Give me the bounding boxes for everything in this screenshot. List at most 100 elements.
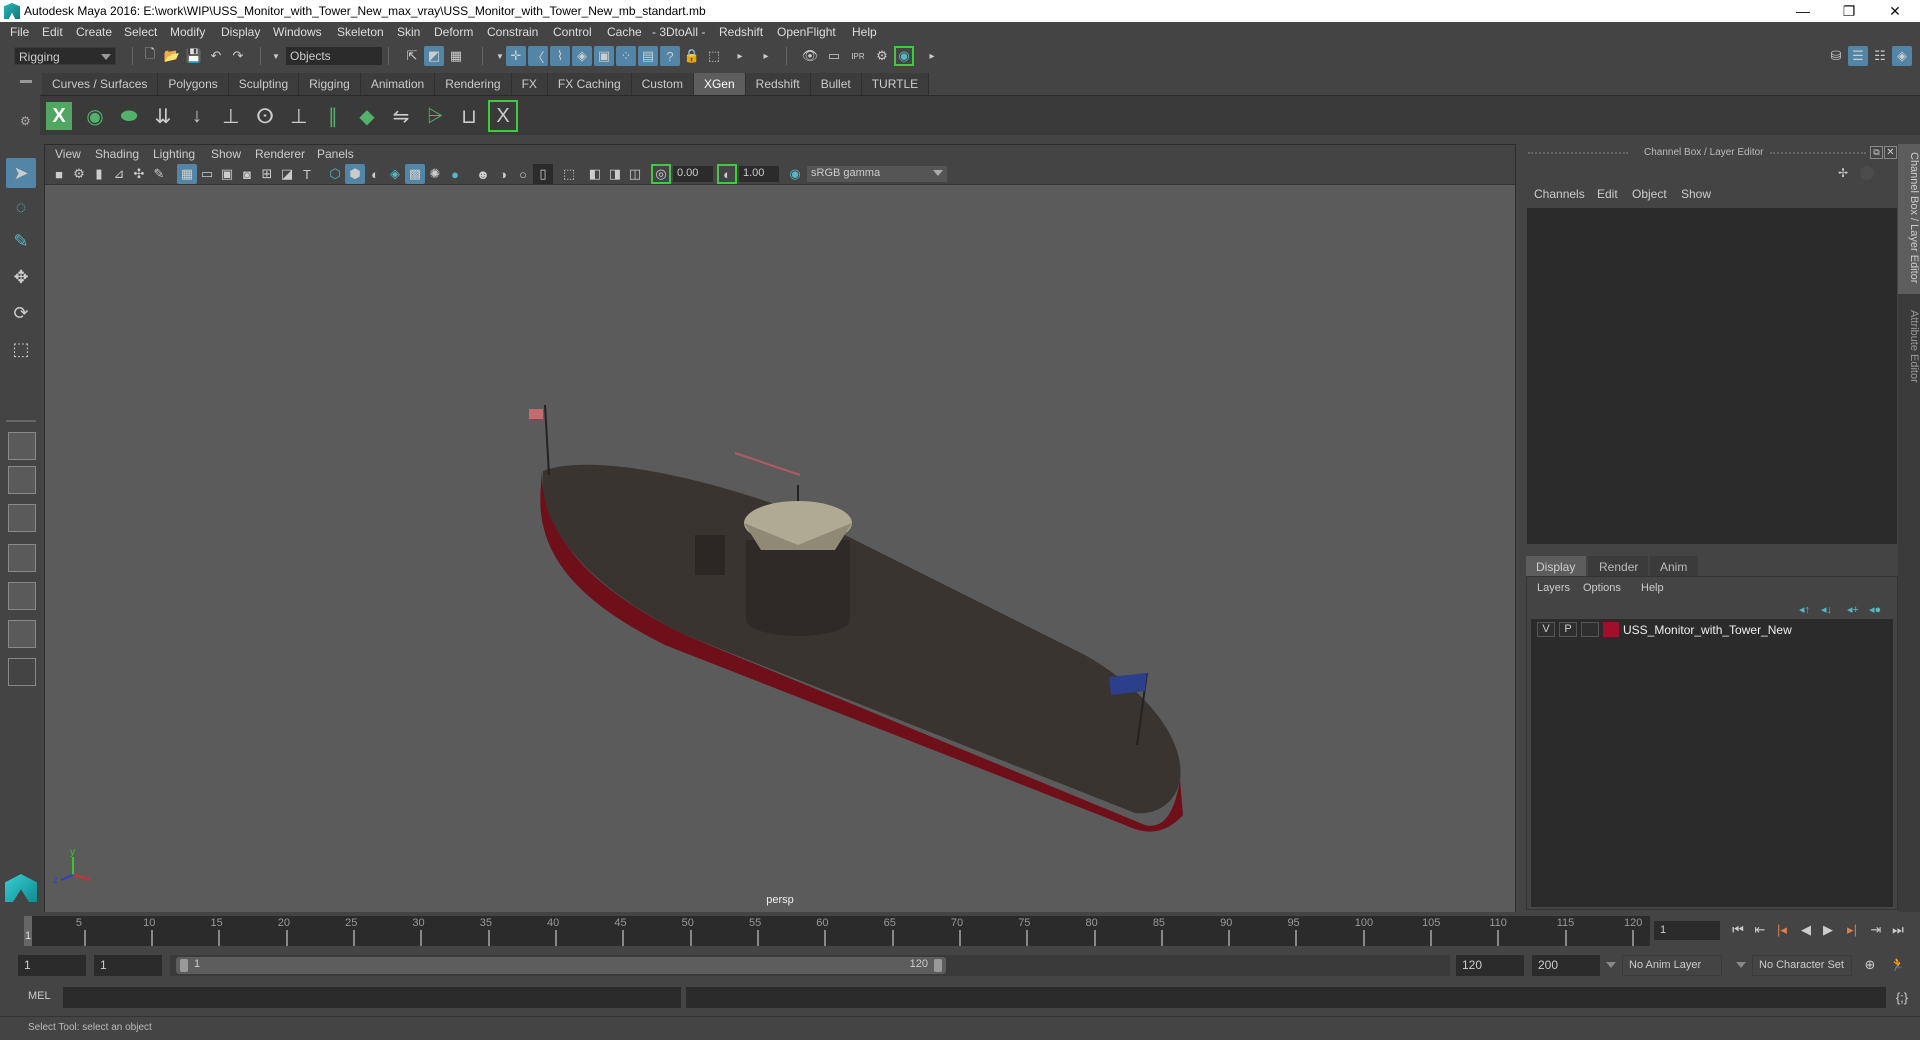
play-forwards-icon[interactable]: ▶ <box>1818 920 1838 940</box>
shelf-tab-animation[interactable]: Animation <box>360 73 436 95</box>
animation-preferences-icon[interactable]: 🏃 <box>1888 955 1908 975</box>
gamma-icon[interactable]: ◐ <box>717 164 737 184</box>
layer-visibility-toggle[interactable]: V <box>1537 622 1555 637</box>
layout-outliner-persp-icon[interactable] <box>8 504 36 532</box>
select-region-icon[interactable]: ⬚ <box>704 46 724 66</box>
default-material-icon[interactable]: ◐ <box>365 164 385 184</box>
grid-icon[interactable]: ▦ <box>177 164 197 184</box>
channel-menu-channels[interactable]: Channels <box>1534 187 1585 201</box>
menu-skin[interactable]: Skin <box>397 25 420 39</box>
xgen-library-icon[interactable]: X <box>488 100 518 132</box>
time-slider-track[interactable]: 1 5 10 15 20 25 30 35 40 45 50 55 60 65 70 75 80 85 90 95 1… <box>24 916 1650 946</box>
speed-icon[interactable] <box>1860 166 1874 180</box>
menu-help[interactable]: Help <box>852 25 877 39</box>
menu-3dtoall[interactable]: - 3DtoAll - <box>652 25 705 39</box>
layer-color-swatch[interactable] <box>1603 622 1619 637</box>
ipr-render-icon[interactable]: IPR <box>848 46 868 66</box>
menu-openflight[interactable]: OpenFlight <box>777 25 836 39</box>
channel-menu-edit[interactable]: Edit <box>1597 187 1618 201</box>
menu-display[interactable]: Display <box>221 25 260 39</box>
xgen-clear-icon[interactable]: ⬬ <box>114 100 144 132</box>
help-icon[interactable]: ? <box>660 46 680 66</box>
menu-windows[interactable]: Windows <box>273 25 322 39</box>
viewport-menu-lighting[interactable]: Lighting <box>153 147 195 161</box>
character-set-field[interactable]: No Character Set <box>1752 955 1852 976</box>
side-tab-attribute-editor[interactable]: Attribute Editor <box>1898 302 1920 402</box>
minimize-button[interactable]: — <box>1780 0 1826 22</box>
layout-custom-icon[interactable] <box>8 658 36 686</box>
exposure-field[interactable]: 0.00 <box>673 166 713 182</box>
snap-point-icon[interactable]: ⌇ <box>550 46 570 66</box>
anim-layer-dropdown-icon[interactable] <box>1606 962 1616 968</box>
xgen-flip-guide-icon[interactable]: ⇋ <box>386 100 416 132</box>
shelf-tab-redshift[interactable]: Redshift <box>745 73 811 95</box>
menu-skeleton[interactable]: Skeleton <box>337 25 384 39</box>
grease-pencil-icon[interactable]: ✎ <box>149 164 169 184</box>
isolate-select-icon[interactable]: ⬚ <box>559 164 579 184</box>
drag-handle[interactable] <box>1528 152 1628 156</box>
paint-select-tool-icon[interactable]: ✎ <box>6 226 36 256</box>
xgen-add-guide-icon[interactable]: ⊥ <box>216 100 246 132</box>
attribute-editor-toggle-icon[interactable]: ☰ <box>1848 46 1868 66</box>
select-object-icon[interactable]: ◩ <box>424 46 444 66</box>
step-back-key-icon[interactable]: |◂ <box>1772 920 1792 940</box>
render-current-frame-icon[interactable]: 👁 <box>800 46 820 66</box>
range-end-handle[interactable] <box>934 959 942 972</box>
menu-modify[interactable]: Modify <box>170 25 205 39</box>
viewport-menu-renderer[interactable]: Renderer <box>255 147 305 161</box>
xray-icon[interactable]: ◧ <box>585 164 605 184</box>
render-settings-icon[interactable]: ⚙ <box>872 46 892 66</box>
new-layer-selected-icon[interactable]: ◂● <box>1869 603 1881 616</box>
redo-icon[interactable]: ↷ <box>228 46 248 66</box>
drag-handle[interactable] <box>1770 152 1866 156</box>
shelf-tab-fx[interactable]: FX <box>511 73 548 95</box>
maximize-button[interactable]: ❐ <box>1826 0 1872 22</box>
shelf-tab-xgen[interactable]: XGen <box>693 73 746 95</box>
command-input[interactable] <box>63 987 681 1008</box>
menu-control[interactable]: Control <box>553 25 592 39</box>
play-backwards-icon[interactable]: ◀ <box>1796 920 1816 940</box>
xgen-add-guides-icon[interactable]: ⇊ <box>148 100 178 132</box>
menu-set-dropdown[interactable]: Rigging <box>14 47 116 65</box>
move-layer-up-icon[interactable]: ◂↑ <box>1799 603 1810 616</box>
textured-icon[interactable]: ▩ <box>405 164 425 184</box>
3d-scene[interactable]: y x z persp <box>45 185 1515 912</box>
film-gate-icon[interactable]: ▭ <box>197 164 217 184</box>
snap-bake-icon[interactable]: ⁘ <box>616 46 636 66</box>
viewport-menu-view[interactable]: View <box>55 147 81 161</box>
layout-persp-outliner-graph-icon[interactable] <box>8 620 36 648</box>
shelf-tab-polygons[interactable]: Polygons <box>158 73 229 95</box>
gate-mask-icon[interactable]: ◙ <box>237 164 257 184</box>
manipulator-axes-icon[interactable]: ✢ <box>1838 166 1848 180</box>
rotate-tool-icon[interactable]: ⟳ <box>6 298 36 328</box>
dropdown-arrow-icon[interactable]: ▼ <box>266 46 286 66</box>
image-plane-icon[interactable]: ⊿ <box>109 164 129 184</box>
viewport-menu-shading[interactable]: Shading <box>95 147 139 161</box>
close-panel-icon[interactable]: ✕ <box>1884 146 1897 159</box>
safe-title-icon[interactable]: T <box>297 164 317 184</box>
render-view-icon[interactable]: ▤ <box>638 46 658 66</box>
menu-file[interactable]: File <box>10 25 29 39</box>
xray-joints-icon[interactable]: ◫ <box>625 164 645 184</box>
channel-menu-show[interactable]: Show <box>1681 187 1711 201</box>
ambient-occlusion-icon[interactable]: ☻ <box>473 164 493 184</box>
tool-settings-icon[interactable]: ☷ <box>1870 46 1890 66</box>
step-forward-frame-icon[interactable]: ⇥ <box>1866 920 1886 940</box>
camera-select-icon[interactable]: ■ <box>49 164 69 184</box>
close-button[interactable]: ✕ <box>1872 0 1918 22</box>
xgen-lock-guide-icon[interactable]: ⊥ <box>284 100 314 132</box>
shelf-tab-rigging[interactable]: Rigging <box>299 73 361 95</box>
layer-row[interactable]: V P USS_Monitor_with_Tower_New <box>1531 619 1893 641</box>
new-scene-icon[interactable]: 🗋 <box>140 46 160 66</box>
layout-four-pane-icon[interactable] <box>8 466 36 494</box>
go-to-start-icon[interactable]: ⏮ <box>1728 920 1748 940</box>
current-frame-field[interactable]: 1 <box>1654 921 1720 940</box>
shelf-tab-curves-surfaces[interactable]: Curves / Surfaces <box>42 73 159 95</box>
smooth-shade-icon[interactable]: ⬢ <box>345 164 365 184</box>
save-scene-icon[interactable]: 💾 <box>184 46 204 66</box>
float-panel-icon[interactable]: ⧉ <box>1870 146 1883 159</box>
viewport-menu-show[interactable]: Show <box>211 147 241 161</box>
menu-constrain[interactable]: Constrain <box>487 25 538 39</box>
layer-menu-options[interactable]: Options <box>1583 582 1621 594</box>
wireframe-on-shaded-icon[interactable]: ◈ <box>385 164 405 184</box>
